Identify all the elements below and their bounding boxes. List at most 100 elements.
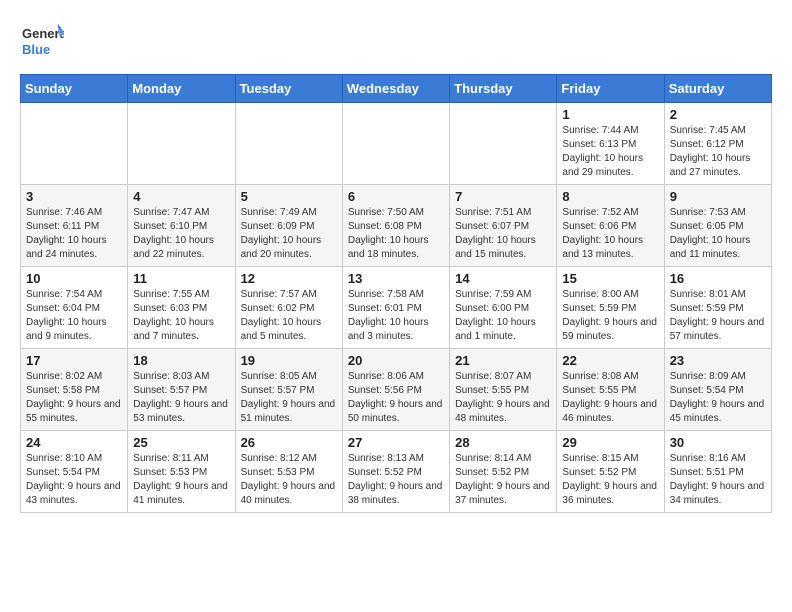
day-info: Sunrise: 8:08 AM Sunset: 5:55 PM Dayligh… xyxy=(562,370,658,426)
calendar-cell: 7 Sunrise: 7:51 AM Sunset: 6:07 PM Daylig… xyxy=(450,185,557,267)
calendar-cell xyxy=(235,103,342,185)
calendar-week-row: 10 Sunrise: 7:54 AM Sunset: 6:04 PM Dayli… xyxy=(21,267,772,349)
day-number: 4 xyxy=(133,189,229,204)
calendar-cell: 21 Sunrise: 8:07 AM Sunset: 5:55 PM Dayli… xyxy=(450,349,557,431)
calendar-cell: 16Sunrise: 8:01 AM Sunset: 5:59 PM Dayli… xyxy=(664,267,771,349)
day-info: Sunrise: 7:52 AM Sunset: 6:06 PM Dayligh… xyxy=(562,206,658,262)
calendar-cell: 25Sunrise: 8:11 AM Sunset: 5:53 PM Dayli… xyxy=(128,431,235,513)
calendar-cell: 5 Sunrise: 7:49 AM Sunset: 6:09 PM Daylig… xyxy=(235,185,342,267)
day-number: 28 xyxy=(455,435,551,450)
calendar-week-row: 1Sunrise: 7:44 AM Sunset: 6:13 PM Daylig… xyxy=(21,103,772,185)
day-number: 2 xyxy=(670,107,766,122)
day-number: 9 xyxy=(670,189,766,204)
calendar-cell: 27 Sunrise: 8:13 AM Sunset: 5:52 PM Dayli… xyxy=(342,431,449,513)
calendar-cell: 3 Sunrise: 7:46 AM Sunset: 6:11 PM Daylig… xyxy=(21,185,128,267)
day-info: Sunrise: 8:10 AM Sunset: 5:54 PM Dayligh… xyxy=(26,452,122,508)
day-number: 8 xyxy=(562,189,658,204)
day-number: 22 xyxy=(562,353,658,368)
calendar-cell: 2 Sunrise: 7:45 AM Sunset: 6:12 PM Daylig… xyxy=(664,103,771,185)
day-info: Sunrise: 8:05 AM Sunset: 5:57 PM Dayligh… xyxy=(241,370,337,426)
day-info: Sunrise: 8:12 AM Sunset: 5:53 PM Dayligh… xyxy=(241,452,337,508)
day-info: Sunrise: 7:51 AM Sunset: 6:07 PM Dayligh… xyxy=(455,206,551,262)
day-number: 10 xyxy=(26,271,122,286)
day-info: Sunrise: 8:13 AM Sunset: 5:52 PM Dayligh… xyxy=(348,452,444,508)
calendar-cell: 22 Sunrise: 8:08 AM Sunset: 5:55 PM Dayli… xyxy=(557,349,664,431)
day-number: 6 xyxy=(348,189,444,204)
day-number: 12 xyxy=(241,271,337,286)
calendar-cell: 28 Sunrise: 8:14 AM Sunset: 5:52 PM Dayli… xyxy=(450,431,557,513)
day-info: Sunrise: 7:59 AM Sunset: 6:00 PM Dayligh… xyxy=(455,288,551,344)
day-number: 30 xyxy=(670,435,766,450)
calendar-cell: 20Sunrise: 8:06 AM Sunset: 5:56 PM Dayli… xyxy=(342,349,449,431)
weekday-header: Friday xyxy=(557,75,664,103)
calendar-cell xyxy=(21,103,128,185)
day-info: Sunrise: 7:50 AM Sunset: 6:08 PM Dayligh… xyxy=(348,206,444,262)
day-info: Sunrise: 8:11 AM Sunset: 5:53 PM Dayligh… xyxy=(133,452,229,508)
calendar-cell xyxy=(342,103,449,185)
day-info: Sunrise: 7:53 AM Sunset: 6:05 PM Dayligh… xyxy=(670,206,766,262)
day-info: Sunrise: 8:16 AM Sunset: 5:51 PM Dayligh… xyxy=(670,452,766,508)
calendar-cell: 1Sunrise: 7:44 AM Sunset: 6:13 PM Daylig… xyxy=(557,103,664,185)
day-number: 7 xyxy=(455,189,551,204)
day-number: 19 xyxy=(241,353,337,368)
calendar-cell: 6 Sunrise: 7:50 AM Sunset: 6:08 PM Daylig… xyxy=(342,185,449,267)
day-number: 3 xyxy=(26,189,122,204)
day-number: 18 xyxy=(133,353,229,368)
calendar-cell: 9 Sunrise: 7:53 AM Sunset: 6:05 PM Daylig… xyxy=(664,185,771,267)
calendar-cell: 8 Sunrise: 7:52 AM Sunset: 6:06 PM Daylig… xyxy=(557,185,664,267)
calendar-cell xyxy=(128,103,235,185)
calendar-cell: 23 Sunrise: 8:09 AM Sunset: 5:54 PM Dayli… xyxy=(664,349,771,431)
day-number: 17 xyxy=(26,353,122,368)
calendar-header-row: SundayMondayTuesdayWednesdayThursdayFrid… xyxy=(21,75,772,103)
day-info: Sunrise: 7:54 AM Sunset: 6:04 PM Dayligh… xyxy=(26,288,122,344)
day-info: Sunrise: 7:58 AM Sunset: 6:01 PM Dayligh… xyxy=(348,288,444,344)
day-number: 23 xyxy=(670,353,766,368)
day-number: 29 xyxy=(562,435,658,450)
day-number: 26 xyxy=(241,435,337,450)
day-info: Sunrise: 8:15 AM Sunset: 5:52 PM Dayligh… xyxy=(562,452,658,508)
day-info: Sunrise: 7:46 AM Sunset: 6:11 PM Dayligh… xyxy=(26,206,122,262)
day-info: Sunrise: 7:45 AM Sunset: 6:12 PM Dayligh… xyxy=(670,124,766,180)
day-info: Sunrise: 8:07 AM Sunset: 5:55 PM Dayligh… xyxy=(455,370,551,426)
calendar-cell: 30 Sunrise: 8:16 AM Sunset: 5:51 PM Dayli… xyxy=(664,431,771,513)
calendar-cell: 4 Sunrise: 7:47 AM Sunset: 6:10 PM Daylig… xyxy=(128,185,235,267)
weekday-header: Thursday xyxy=(450,75,557,103)
calendar-cell: 24 Sunrise: 8:10 AM Sunset: 5:54 PM Dayli… xyxy=(21,431,128,513)
logo: Genera Blue xyxy=(20,20,64,64)
day-number: 27 xyxy=(348,435,444,450)
calendar-cell: 14 Sunrise: 7:59 AM Sunset: 6:00 PM Dayli… xyxy=(450,267,557,349)
calendar-week-row: 17Sunrise: 8:02 AM Sunset: 5:58 PM Dayli… xyxy=(21,349,772,431)
calendar-cell: 26 Sunrise: 8:12 AM Sunset: 5:53 PM Dayli… xyxy=(235,431,342,513)
day-number: 1 xyxy=(562,107,658,122)
day-info: Sunrise: 7:47 AM Sunset: 6:10 PM Dayligh… xyxy=(133,206,229,262)
calendar-week-row: 24 Sunrise: 8:10 AM Sunset: 5:54 PM Dayli… xyxy=(21,431,772,513)
day-number: 24 xyxy=(26,435,122,450)
day-number: 15 xyxy=(562,271,658,286)
day-number: 21 xyxy=(455,353,551,368)
weekday-header: Wednesday xyxy=(342,75,449,103)
weekday-header: Monday xyxy=(128,75,235,103)
weekday-header: Sunday xyxy=(21,75,128,103)
day-number: 13 xyxy=(348,271,444,286)
calendar-cell: 10 Sunrise: 7:54 AM Sunset: 6:04 PM Dayli… xyxy=(21,267,128,349)
day-number: 20 xyxy=(348,353,444,368)
weekday-header: Tuesday xyxy=(235,75,342,103)
weekday-header: Saturday xyxy=(664,75,771,103)
calendar-cell: 13 Sunrise: 7:58 AM Sunset: 6:01 PM Dayli… xyxy=(342,267,449,349)
day-info: Sunrise: 8:09 AM Sunset: 5:54 PM Dayligh… xyxy=(670,370,766,426)
day-number: 14 xyxy=(455,271,551,286)
day-info: Sunrise: 7:49 AM Sunset: 6:09 PM Dayligh… xyxy=(241,206,337,262)
logo-svg: Genera Blue xyxy=(20,20,64,64)
day-info: Sunrise: 8:14 AM Sunset: 5:52 PM Dayligh… xyxy=(455,452,551,508)
day-number: 16 xyxy=(670,271,766,286)
calendar-cell: 19 Sunrise: 8:05 AM Sunset: 5:57 PM Dayli… xyxy=(235,349,342,431)
calendar-cell: 29 Sunrise: 8:15 AM Sunset: 5:52 PM Dayli… xyxy=(557,431,664,513)
day-number: 11 xyxy=(133,271,229,286)
calendar-cell: 17Sunrise: 8:02 AM Sunset: 5:58 PM Dayli… xyxy=(21,349,128,431)
calendar-cell: 15Sunrise: 8:00 AM Sunset: 5:59 PM Dayli… xyxy=(557,267,664,349)
page-header: Genera Blue xyxy=(20,20,772,64)
svg-text:Blue: Blue xyxy=(22,42,50,57)
day-info: Sunrise: 7:57 AM Sunset: 6:02 PM Dayligh… xyxy=(241,288,337,344)
calendar-table: SundayMondayTuesdayWednesdayThursdayFrid… xyxy=(20,74,772,513)
day-number: 5 xyxy=(241,189,337,204)
